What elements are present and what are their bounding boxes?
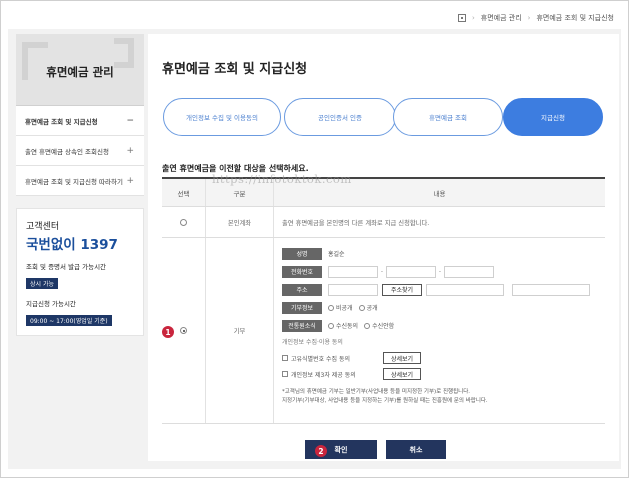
step-consent: 개인정보 수집 및 이용동의 (163, 98, 281, 136)
phone-field-3[interactable] (444, 265, 494, 278)
option-public[interactable]: 공개 (358, 303, 378, 312)
donation-form: 성명 홍길순 전화번호 - - 주소 주소찾기 기부정보 비공개 공개 전통원소… (274, 238, 605, 423)
table-row: 본인계좌 출연 휴면예금을 본인명의 다른 계좌로 지급 신청합니다. (162, 207, 605, 238)
view-detail-button[interactable]: 상세보기 (383, 352, 421, 364)
customer-center-phone: 국번없이 1397 (26, 237, 118, 253)
category-cell: 본인계좌 (206, 207, 274, 237)
donation-radio[interactable] (180, 327, 187, 334)
inquiry-hours-badge: 상시 가능 (26, 278, 58, 289)
collapse-icon: − (126, 115, 134, 126)
sidebar: 휴면예금 관리 휴면예금 조회 및 지급신청 − 출연 휴면예금 상속인 조회신… (16, 34, 144, 461)
consent-label: 개인정보 제3자 제공 동의 (291, 371, 356, 379)
address-field[interactable] (426, 283, 504, 296)
address-row: 주소 주소찾기 (282, 283, 605, 296)
step-badge-1: 1 (162, 326, 174, 338)
customer-center-box: 고객센터 국번없이 1397 조회 및 증명서 발급 가능시간 상시 가능 지급… (16, 208, 144, 336)
dash-separator: - (438, 268, 442, 275)
breadcrumb-item-2[interactable]: 휴면예금 조회 및 지급신청 (536, 13, 614, 23)
screenshot-frame: › 휴면예금 관리 › 휴면예금 조회 및 지급신청 휴면예금 관리 휴면예금 … (0, 0, 629, 478)
radio-private[interactable] (328, 304, 334, 311)
option-label: 공개 (366, 305, 378, 312)
name-value: 홍길순 (328, 251, 345, 258)
donation-notes: *고객님의 휴면예금 기부는 일반기부(사업내용 등을 미지정한 기부)로 진행… (282, 388, 605, 406)
sidebar-item-label: 출연 휴면예금 상속인 조회신청 (25, 147, 109, 156)
consent-label: 고유식별번호 수집 동의 (291, 355, 351, 363)
step-progress: 개인정보 수집 및 이용동의 공인인증서 인증 휴면예금 조회 지급신청 (163, 98, 603, 136)
sidebar-title: 휴면예금 관리 (46, 65, 114, 79)
sidebar-item-inquiry[interactable]: 휴면예금 조회 및 지급신청 − (16, 106, 144, 136)
select-cell (162, 207, 206, 237)
address-label: 주소 (282, 283, 322, 296)
radio-disagree[interactable] (364, 322, 371, 329)
option-label: 수신동의 (336, 323, 359, 330)
phone-field-1[interactable] (328, 265, 378, 278)
watermark-text: https://infotoktok.com (212, 172, 352, 186)
breadcrumb-separator: › (471, 14, 475, 22)
consent-row-id: 고유식별번호 수집 동의 상세보기 (282, 352, 605, 364)
step-certificate: 공인인증서 인증 (284, 98, 396, 136)
content-cell: 출연 휴면예금을 본인명의 다른 계좌로 지급 신청합니다. (282, 219, 430, 227)
expand-icon: + (126, 175, 134, 186)
breadcrumb-item-1[interactable]: 휴면예금 관리 (481, 13, 522, 23)
payment-hours-badge: 09:00 ~ 17:00(영업일 기준) (26, 315, 112, 326)
address-detail-field[interactable] (512, 283, 590, 296)
phone-row: 전화번호 - - (282, 265, 605, 278)
step-payment-request: 지급신청 (503, 98, 603, 136)
dash-separator: - (380, 268, 384, 275)
selection-table: 선택 구분 내용 본인계좌 출연 휴면예금을 본인명의 다른 계좌로 지급 신청… (162, 177, 605, 424)
sidebar-menu: 휴면예금 조회 및 지급신청 − 출연 휴면예금 상속인 조회신청 + 휴면예금… (16, 106, 144, 196)
inquiry-hours-label: 조회 및 증명서 발급 가능시간 (26, 263, 107, 271)
newsletter-label: 전통원소식 (282, 319, 322, 332)
column-header-select: 선택 (162, 179, 206, 206)
donation-info-row: 기부정보 비공개 공개 (282, 301, 605, 314)
category-cell: 기부 (206, 238, 274, 423)
option-private[interactable]: 비공개 (328, 303, 353, 312)
breadcrumb-separator: › (527, 14, 531, 22)
sidebar-item-label: 휴면예금 조회 및 지급신청 따라하기 (25, 177, 123, 186)
breadcrumb: › 휴면예금 관리 › 휴면예금 조회 및 지급신청 (457, 13, 614, 23)
consent-id-checkbox[interactable] (282, 355, 288, 361)
step-inquiry: 휴면예금 조회 (393, 98, 503, 136)
consent-row-third-party: 개인정보 제3자 제공 동의 상세보기 (282, 368, 605, 380)
postal-code-field[interactable] (328, 283, 378, 296)
main-panel: 휴면예금 조회 및 지급신청 개인정보 수집 및 이용동의 공인인증서 인증 휴… (148, 34, 619, 461)
radio-agree[interactable] (328, 322, 334, 329)
radio-public[interactable] (358, 304, 365, 311)
sidebar-item-guide[interactable]: 휴면예금 조회 및 지급신청 따라하기 + (16, 166, 144, 196)
customer-center-title: 고객센터 (26, 222, 60, 232)
name-row: 성명 홍길순 (282, 247, 605, 260)
option-label: 비공개 (336, 305, 353, 312)
payment-hours-label: 지급신청 가능시간 (26, 300, 76, 308)
view-detail-button[interactable]: 상세보기 (383, 368, 421, 380)
option-label: 수신안함 (372, 323, 395, 330)
donation-info-label: 기부정보 (282, 301, 322, 314)
home-icon[interactable] (457, 14, 466, 22)
sidebar-header: 휴면예금 관리 (16, 34, 144, 106)
table-row: 기부 성명 홍길순 전화번호 - - 주소 주소찾기 기부정보 비공개 공개 전… (162, 238, 605, 424)
option-agree[interactable]: 수신동의 (328, 321, 358, 330)
page-title: 휴면예금 조회 및 지급신청 (162, 62, 308, 77)
own-account-radio[interactable] (180, 218, 187, 226)
option-disagree[interactable]: 수신안함 (364, 321, 394, 330)
sidebar-item-heir-inquiry[interactable]: 출연 휴면예금 상속인 조회신청 + (16, 136, 144, 166)
expand-icon: + (126, 145, 134, 156)
cancel-button[interactable]: 취소 (386, 440, 446, 459)
phone-label: 전화번호 (282, 265, 322, 278)
address-search-button[interactable]: 주소찾기 (382, 283, 422, 296)
note-line: *고객님의 휴면예금 기부는 일반기부(사업내용 등을 미지정한 기부)로 진행… (282, 389, 471, 395)
step-badge-2: 2 (315, 445, 327, 457)
phone-field-2[interactable] (386, 265, 436, 278)
consent-third-party-checkbox[interactable] (282, 371, 288, 377)
consent-title: 개인정보 수집·이용 동의 (282, 339, 343, 346)
newsletter-row: 전통원소식 수신동의 수신안함 (282, 319, 605, 332)
sidebar-item-label: 휴면예금 조회 및 지급신청 (25, 117, 98, 126)
name-label: 성명 (282, 247, 322, 260)
note-line: 지정기부(기부대상, 사업내용 등을 지정하는 기부)를 원하실 때는 진흥원에… (282, 398, 488, 404)
